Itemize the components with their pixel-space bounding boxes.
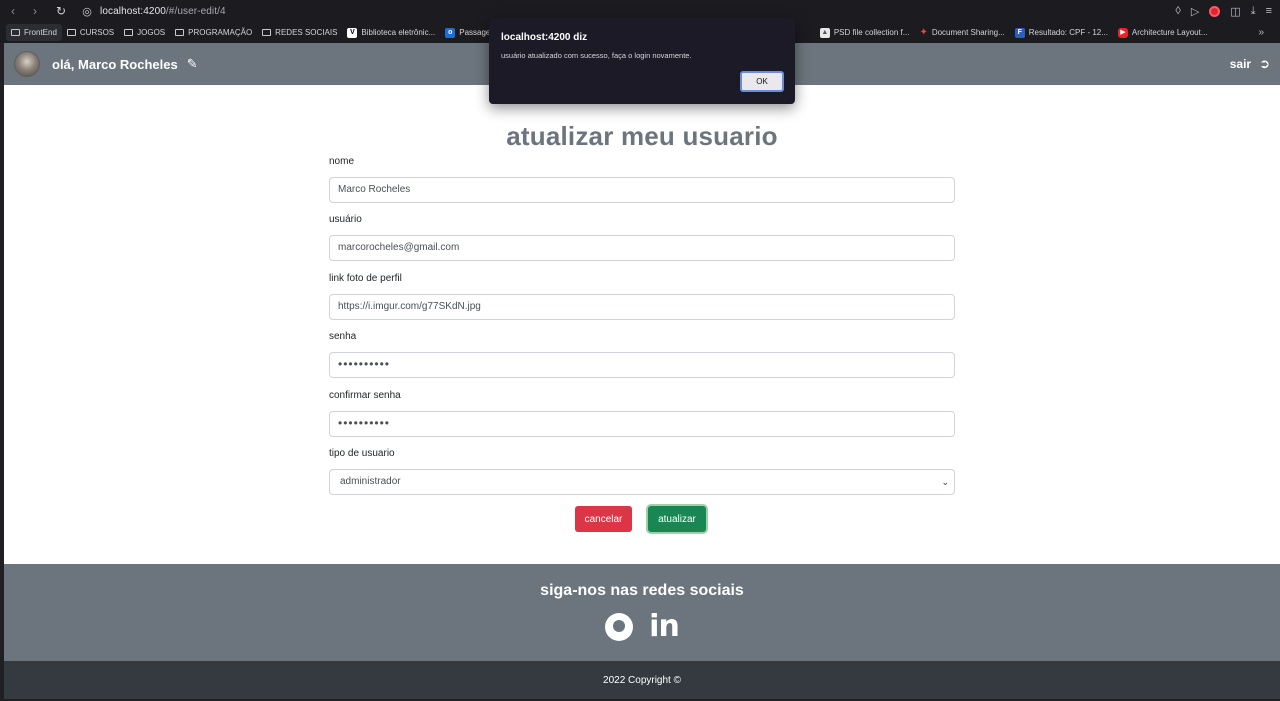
chevron-down-icon: ⌄ xyxy=(941,476,949,487)
bookmark-cursos[interactable]: CURSOS xyxy=(62,22,119,43)
address-bar[interactable]: localhost:4200/#/user-edit/4 xyxy=(100,6,226,17)
social-icons: in xyxy=(4,612,1280,642)
password-input[interactable]: •••••••••• xyxy=(329,352,955,379)
user-type-value: administrador xyxy=(340,475,401,487)
bookmark-jogos[interactable]: JOGOS xyxy=(119,22,170,43)
bookmark-resultado-cpf[interactable]: F Resultado: CPF - 12... xyxy=(1010,22,1113,43)
user-greeting: olá, Marco Rocheles xyxy=(52,56,178,72)
password-group: senha •••••••••• xyxy=(329,330,955,388)
social-title: siga-nos nas redes sociais xyxy=(540,582,744,599)
bookmark-label: FrontEnd xyxy=(24,28,57,37)
cpf-icon: F xyxy=(1014,27,1025,38)
bookmark-frontend[interactable]: FrontEnd xyxy=(6,24,62,41)
site-info-icon[interactable]: ◎ xyxy=(80,4,94,18)
bookmark-label: Document Sharing... xyxy=(931,28,1005,37)
cube-icon[interactable]: ◫ xyxy=(1230,5,1240,18)
photo-label: link foto de perfil xyxy=(329,272,402,284)
user-type-label: tipo de usuario xyxy=(329,447,395,459)
photo-url-input[interactable]: https://i.imgur.com/g77SKdN.jpg xyxy=(329,293,955,320)
page-content: olá, Marco Rocheles ✎ sair ➲ atualizar m… xyxy=(4,43,1280,699)
confirm-password-group: confirmar senha •••••••••• xyxy=(329,389,955,447)
v-logo-icon: V xyxy=(347,27,358,38)
browser-window: ‹ › ↻ ◎ localhost:4200/#/user-edit/4 ◊ ▷… xyxy=(0,0,1280,701)
opera-icon[interactable] xyxy=(1209,5,1221,17)
cancel-button[interactable]: cancelar xyxy=(575,506,632,532)
page-title: atualizar meu usuario xyxy=(506,121,778,151)
bookmark-label: PROGRAMAÇÃO xyxy=(188,28,253,37)
ok-button[interactable]: OK xyxy=(740,71,784,92)
bookmark-document-sharing[interactable]: ✦ Document Sharing... xyxy=(914,22,1009,43)
user-group: usuário marcorocheles@gmail.com xyxy=(329,213,955,271)
dialog-title: localhost:4200 diz xyxy=(501,32,588,43)
name-group: nome Marco Rocheles xyxy=(329,155,955,213)
back-icon[interactable]: ‹ xyxy=(4,2,22,20)
form-actions: cancelar atualizar xyxy=(4,506,1280,532)
bookmark-label: Resultado: CPF - 12... xyxy=(1028,28,1108,37)
user-type-select[interactable]: administrador ⌄ xyxy=(329,468,955,495)
user-type-group: tipo de usuario administrador ⌄ xyxy=(329,447,955,505)
browser-actions: ◊ ▷ ◫ ⤓ ≡ xyxy=(1175,0,1272,22)
photo-group: link foto de perfil https://i.imgur.com/… xyxy=(329,272,955,330)
logout-label: sair xyxy=(1229,57,1252,71)
bookmark-label: CURSOS xyxy=(79,28,115,37)
logout-button[interactable]: sair ➲ xyxy=(1230,43,1270,85)
bookmark-label: Biblioteca eletrônic... xyxy=(361,28,436,37)
avatar xyxy=(14,51,40,77)
bookmark-architecture[interactable]: ▶ Architecture Layout... xyxy=(1113,22,1213,43)
folder-icon xyxy=(175,29,185,36)
github-icon[interactable] xyxy=(605,613,634,641)
shield-icon[interactable]: ◊ xyxy=(1175,5,1180,17)
update-button[interactable]: atualizar xyxy=(648,506,706,532)
bookmark-psd[interactable]: ▲ PSD file collection f... xyxy=(815,22,915,43)
passagens-icon: o xyxy=(445,27,456,38)
confirm-password-input[interactable]: •••••••••• xyxy=(329,410,955,437)
bookmark-programacao[interactable]: PROGRAMAÇÃO xyxy=(170,22,257,43)
url-host: localhost:4200 xyxy=(100,5,166,17)
bookmark-biblioteca[interactable]: V Biblioteca eletrônic... xyxy=(342,22,440,43)
user-label: usuário xyxy=(329,214,362,226)
bookmark-label: Architecture Layout... xyxy=(1131,28,1208,37)
linkedin-icon[interactable]: in xyxy=(649,612,680,642)
name-label: nome xyxy=(329,156,355,167)
alert-dialog: localhost:4200 diz usuário atualizado co… xyxy=(489,18,795,104)
reload-icon[interactable]: ↻ xyxy=(52,2,70,20)
dialog-message: usuário atualizado com sucesso, faça o l… xyxy=(501,51,692,60)
sign-out-icon: ➲ xyxy=(1259,56,1270,71)
password-label: senha xyxy=(329,331,357,343)
user-input[interactable]: marcorocheles@gmail.com xyxy=(329,235,955,262)
bookmark-label: PSD file collection f... xyxy=(833,28,910,37)
folder-icon xyxy=(124,29,134,36)
copyright-bar: 2022 Copyright © xyxy=(4,661,1280,699)
folder-icon xyxy=(66,29,76,36)
youtube-icon: ▶ xyxy=(1117,27,1128,38)
folder-icon xyxy=(262,29,272,36)
forward-icon[interactable]: › xyxy=(26,2,44,20)
edit-profile-icon[interactable]: ✎ xyxy=(187,56,198,72)
download-icon[interactable]: ⤓ xyxy=(1251,5,1256,18)
name-input[interactable]: Marco Rocheles xyxy=(329,177,955,203)
bookmarks-more-button[interactable]: » xyxy=(1258,22,1264,43)
file-icon: ▲ xyxy=(819,27,830,38)
social-footer: siga-nos nas redes sociais in xyxy=(4,564,1280,661)
document-sharing-icon: ✦ xyxy=(919,27,928,38)
bookmark-redes-sociais[interactable]: REDES SOCIAIS xyxy=(257,22,342,43)
menu-icon[interactable]: ≡ xyxy=(1266,5,1272,17)
url-path: /#/user-edit/4 xyxy=(165,5,226,17)
confirm-password-label: confirmar senha xyxy=(329,389,401,401)
bookmark-label: REDES SOCIAIS xyxy=(275,28,338,37)
play-icon[interactable]: ▷ xyxy=(1191,5,1199,18)
user-edit-form: nome Marco Rocheles usuário marcorochele… xyxy=(329,155,955,505)
bookmark-label: JOGOS xyxy=(137,28,166,37)
folder-icon xyxy=(11,29,20,36)
